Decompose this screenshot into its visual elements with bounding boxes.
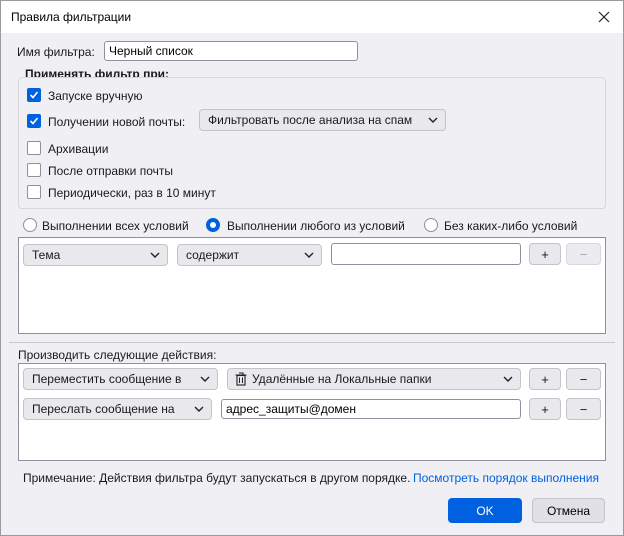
forward-address-input[interactable]	[221, 399, 521, 419]
match-none-label: Без каких-либо условий	[444, 219, 578, 233]
filter-rules-dialog: Правила фильтрации Имя фильтра: Применят…	[0, 0, 624, 536]
move-target-folder-dropdown[interactable]: Удалённые на Локальные папки	[227, 368, 521, 390]
condition-operator-value: содержит	[186, 248, 240, 262]
close-button[interactable]	[591, 5, 617, 29]
action-type-value-1: Переместить сообщение в	[32, 372, 182, 386]
periodic-checkbox[interactable]	[27, 185, 41, 199]
match-all-label: Выполнении всех условий	[42, 219, 189, 233]
condition-operator-dropdown[interactable]: содержит	[177, 244, 322, 266]
after-send-checkbox[interactable]	[27, 163, 41, 177]
filter-name-label: Имя фильтра:	[17, 45, 95, 59]
remove-action-button-1[interactable]: −	[566, 368, 601, 390]
trash-icon	[235, 372, 247, 386]
add-action-button-1[interactable]: +	[529, 368, 561, 390]
archive-checkbox[interactable]	[27, 141, 41, 155]
after-send-label: После отправки почты	[48, 164, 174, 178]
filter-name-input[interactable]	[104, 41, 358, 61]
condition-value-input[interactable]	[331, 243, 521, 265]
new-mail-timing-value: Фильтровать после анализа на спам	[208, 113, 413, 127]
title-bar: Правила фильтрации	[1, 1, 623, 33]
checkmark-icon	[29, 91, 39, 99]
chevron-down-icon	[200, 376, 210, 382]
ok-button[interactable]: OK	[448, 498, 522, 523]
archive-label: Архивации	[48, 142, 109, 156]
manual-run-label: Запуске вручную	[48, 89, 143, 103]
remove-action-button-2[interactable]: −	[566, 398, 601, 420]
close-icon	[598, 11, 610, 23]
action-type-dropdown-2[interactable]: Переслать сообщение на	[23, 398, 212, 420]
match-all-radio[interactable]	[23, 218, 37, 232]
periodic-label: Периодически, раз в 10 минут	[48, 186, 216, 200]
cancel-button[interactable]: Отмена	[532, 498, 605, 523]
new-mail-timing-dropdown[interactable]: Фильтровать после анализа на спам	[199, 109, 446, 131]
new-mail-label: Получении новой почты:	[48, 115, 186, 129]
add-condition-button[interactable]: +	[529, 243, 561, 265]
chevron-down-icon	[428, 117, 438, 123]
chevron-down-icon	[304, 252, 314, 258]
match-any-radio[interactable]	[206, 218, 220, 232]
new-mail-checkbox[interactable]	[27, 114, 41, 128]
match-none-radio[interactable]	[424, 218, 438, 232]
chevron-down-icon	[503, 376, 513, 382]
chevron-down-icon	[150, 252, 160, 258]
window-title: Правила фильтрации	[11, 10, 132, 24]
chevron-down-icon	[194, 406, 204, 412]
match-any-label: Выполнении любого из условий	[227, 219, 405, 233]
action-type-value-2: Переслать сообщение на	[32, 402, 175, 416]
section-separator	[9, 342, 615, 343]
manual-run-checkbox[interactable]	[27, 88, 41, 102]
remove-condition-button[interactable]: −	[566, 243, 601, 265]
action-type-dropdown-1[interactable]: Переместить сообщение в	[23, 368, 218, 390]
condition-field-dropdown[interactable]: Тема	[23, 244, 168, 266]
add-action-button-2[interactable]: +	[529, 398, 561, 420]
checkmark-icon	[29, 117, 39, 125]
view-execution-order-link[interactable]: Посмотреть порядок выполнения	[413, 471, 599, 485]
condition-field-value: Тема	[32, 248, 61, 262]
move-target-folder-value: Удалённые на Локальные папки	[252, 372, 432, 386]
order-note-text: Примечание: Действия фильтра будут запус…	[23, 471, 411, 485]
actions-heading: Производить следующие действия:	[18, 348, 217, 362]
